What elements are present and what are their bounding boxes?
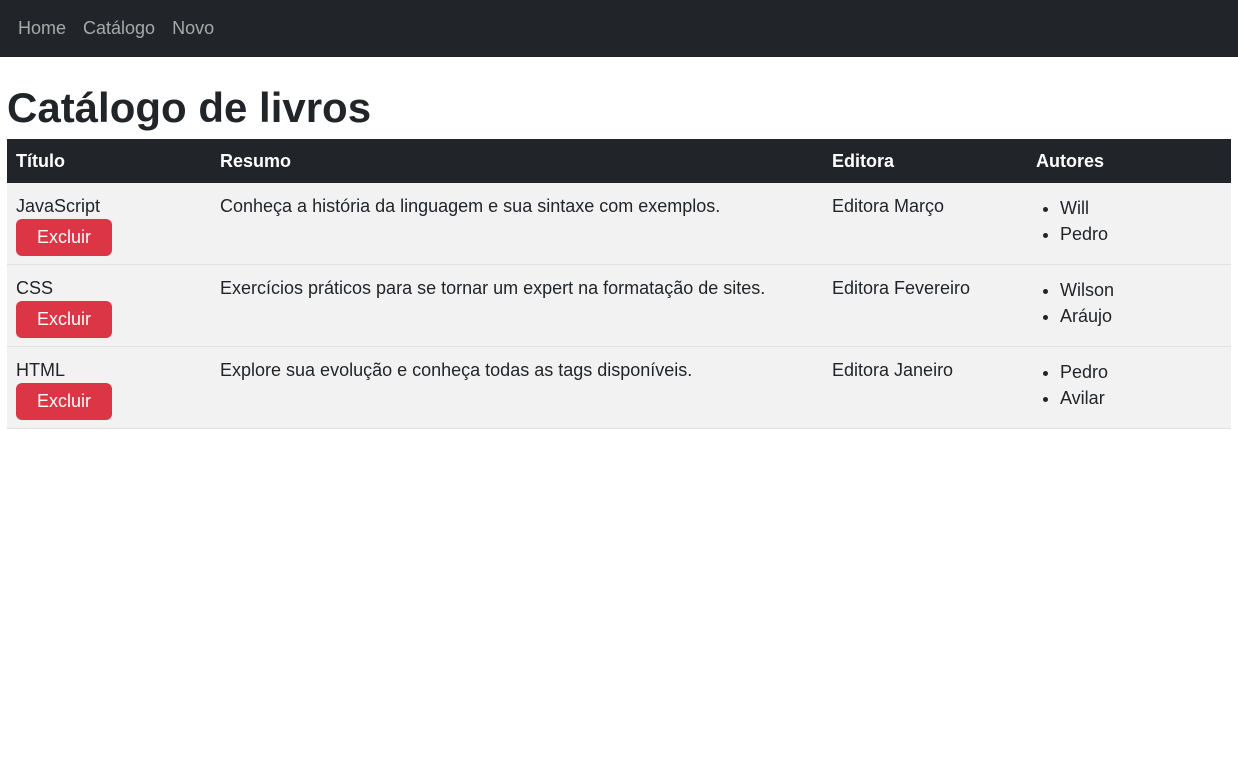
authors-list: Will Pedro <box>1036 195 1222 247</box>
header-editora: Editora <box>832 150 895 171</box>
book-editora: Editora Janeiro <box>823 346 1027 430</box>
header-autores: Autores <box>1036 150 1105 171</box>
books-table: Título Resumo Editora Autores JavaScript… <box>7 139 1231 430</box>
top-navbar: Home Catálogo Novo <box>0 0 1238 57</box>
book-editora: Editora Março <box>823 183 1027 266</box>
book-editora: Editora Fevereiro <box>823 264 1027 348</box>
page-title: Catálogo de livros <box>7 84 372 131</box>
header-titulo: Título <box>16 150 65 171</box>
author-item: Will <box>1060 195 1222 221</box>
cell-titulo: HTML Excluir <box>7 346 211 430</box>
delete-button[interactable]: Excluir <box>16 383 113 421</box>
cell-autores: Will Pedro <box>1027 183 1231 266</box>
table-row: CSS Excluir Exercícios práticos para se … <box>7 264 1231 348</box>
header-resumo: Resumo <box>220 150 292 171</box>
table-row: HTML Excluir Explore sua evolução e conh… <box>7 346 1231 430</box>
book-title: JavaScript <box>16 196 101 217</box>
cell-autores: Pedro Avilar <box>1027 346 1231 430</box>
nav-home-link[interactable]: Home <box>18 18 66 39</box>
book-resumo: Conheça a história da linguagem e sua si… <box>211 183 823 266</box>
author-item: Avilar <box>1060 385 1222 411</box>
nav-catalogo-link[interactable]: Catálogo <box>83 18 155 39</box>
delete-button[interactable]: Excluir <box>16 219 113 257</box>
nav-novo-link[interactable]: Novo <box>172 18 214 39</box>
table-body: JavaScript Excluir Conheça a história da… <box>7 183 1231 430</box>
authors-list: Wilson Aráujo <box>1036 277 1222 329</box>
cell-titulo: CSS Excluir <box>7 264 211 348</box>
table-header: Título Resumo Editora Autores <box>7 139 1231 184</box>
authors-list: Pedro Avilar <box>1036 359 1222 411</box>
book-title: HTML <box>16 360 65 381</box>
author-item: Pedro <box>1060 359 1222 385</box>
delete-button[interactable]: Excluir <box>16 301 113 339</box>
author-item: Aráujo <box>1060 303 1222 329</box>
header-row: Título Resumo Editora Autores <box>7 139 1231 184</box>
book-resumo: Exercícios práticos para se tornar um ex… <box>211 264 823 348</box>
cell-titulo: JavaScript Excluir <box>7 183 211 266</box>
main-content: Catálogo de livros Título Resumo Editora… <box>0 84 1238 430</box>
table-row: JavaScript Excluir Conheça a história da… <box>7 183 1231 266</box>
book-resumo: Explore sua evolução e conheça todas as … <box>211 346 823 430</box>
author-item: Wilson <box>1060 277 1222 303</box>
author-item: Pedro <box>1060 221 1222 247</box>
book-title: CSS <box>16 278 54 299</box>
cell-autores: Wilson Aráujo <box>1027 264 1231 348</box>
